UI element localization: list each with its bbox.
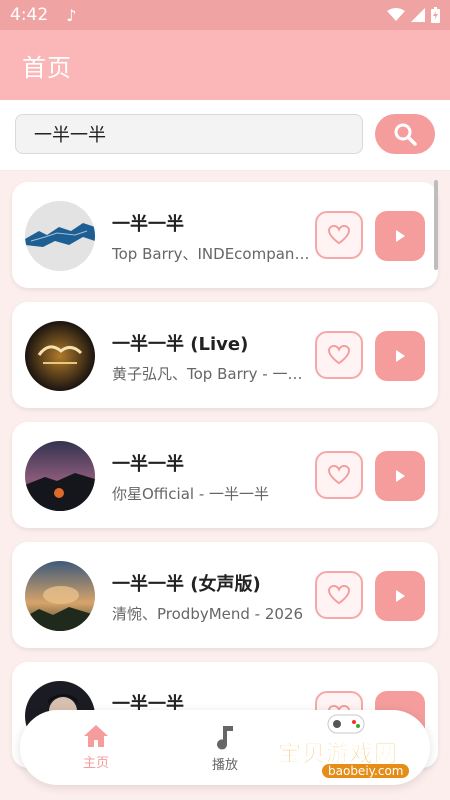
watermark-url: baobeiy.com	[322, 764, 410, 778]
play-icon	[396, 230, 405, 242]
play-icon	[396, 590, 405, 602]
album-cover	[25, 201, 95, 271]
nav-label-home: 主页	[82, 756, 109, 771]
song-artist: Top Barry、INDEcompany - 一半一半	[112, 245, 317, 263]
like-button[interactable]	[315, 331, 363, 379]
song-card[interactable]: 一半一半 (Live) 黄子弘凡、Top Barry - 一半一半	[12, 302, 438, 408]
page-title: 首页	[22, 53, 72, 82]
song-artist: 黄子弘凡、Top Barry - 一半一半	[112, 365, 317, 383]
nav-item-home[interactable]: 主页	[56, 724, 136, 771]
app-bar: 首页	[0, 30, 450, 100]
play-icon	[396, 350, 405, 362]
like-button[interactable]	[315, 571, 363, 619]
song-title: 一半一半 (Live)	[112, 334, 249, 355]
watermark: 宝贝游戏网 baobeiy.com	[270, 710, 440, 790]
play-button[interactable]	[375, 331, 425, 381]
search-input[interactable]	[15, 114, 363, 154]
wifi-icon	[387, 8, 405, 21]
song-list[interactable]: 一半一半 Top Barry、INDEcompany - 一半一半 一半一半 (…	[0, 170, 450, 800]
scrollbar[interactable]	[434, 180, 438, 270]
song-title: 一半一半 (女声版)	[112, 574, 261, 595]
battery-icon	[431, 7, 440, 23]
status-bar: 4:42 ♪	[0, 0, 450, 30]
like-button[interactable]	[315, 211, 363, 259]
status-time: 4:42	[10, 5, 49, 25]
song-card[interactable]: 一半一半 你星Official - 一半一半	[12, 422, 438, 528]
song-title: 一半一半	[112, 454, 184, 475]
music-note-icon	[217, 726, 233, 750]
signal-icon	[411, 8, 425, 22]
search-button[interactable]	[375, 114, 435, 154]
home-icon	[84, 725, 108, 747]
heart-icon	[328, 465, 350, 485]
song-artist: 清惋、ProdbyMend - 2026	[112, 605, 304, 623]
album-cover	[25, 441, 95, 511]
music-note-icon: ♪	[66, 5, 77, 25]
nav-item-play[interactable]: 播放	[185, 724, 265, 773]
search-icon	[394, 123, 417, 146]
heart-icon	[328, 585, 350, 605]
heart-icon	[328, 225, 350, 245]
nav-label-play: 播放	[211, 758, 238, 773]
heart-icon	[328, 345, 350, 365]
album-cover	[25, 561, 95, 631]
play-button[interactable]	[375, 571, 425, 621]
like-button[interactable]	[315, 451, 363, 499]
play-button[interactable]	[375, 211, 425, 261]
song-card[interactable]: 一半一半 (女声版) 清惋、ProdbyMend - 2026	[12, 542, 438, 648]
song-card[interactable]: 一半一半 Top Barry、INDEcompany - 一半一半	[12, 182, 438, 288]
play-button[interactable]	[375, 451, 425, 501]
watermark-text: 宝贝游戏网	[278, 741, 398, 768]
album-cover	[25, 321, 95, 391]
status-icons	[387, 7, 440, 23]
play-icon	[396, 470, 405, 482]
gamepad-icon	[327, 714, 365, 734]
song-artist: 你星Official - 一半一半	[112, 485, 270, 503]
search-bar	[0, 100, 450, 171]
song-title: 一半一半	[112, 214, 184, 235]
